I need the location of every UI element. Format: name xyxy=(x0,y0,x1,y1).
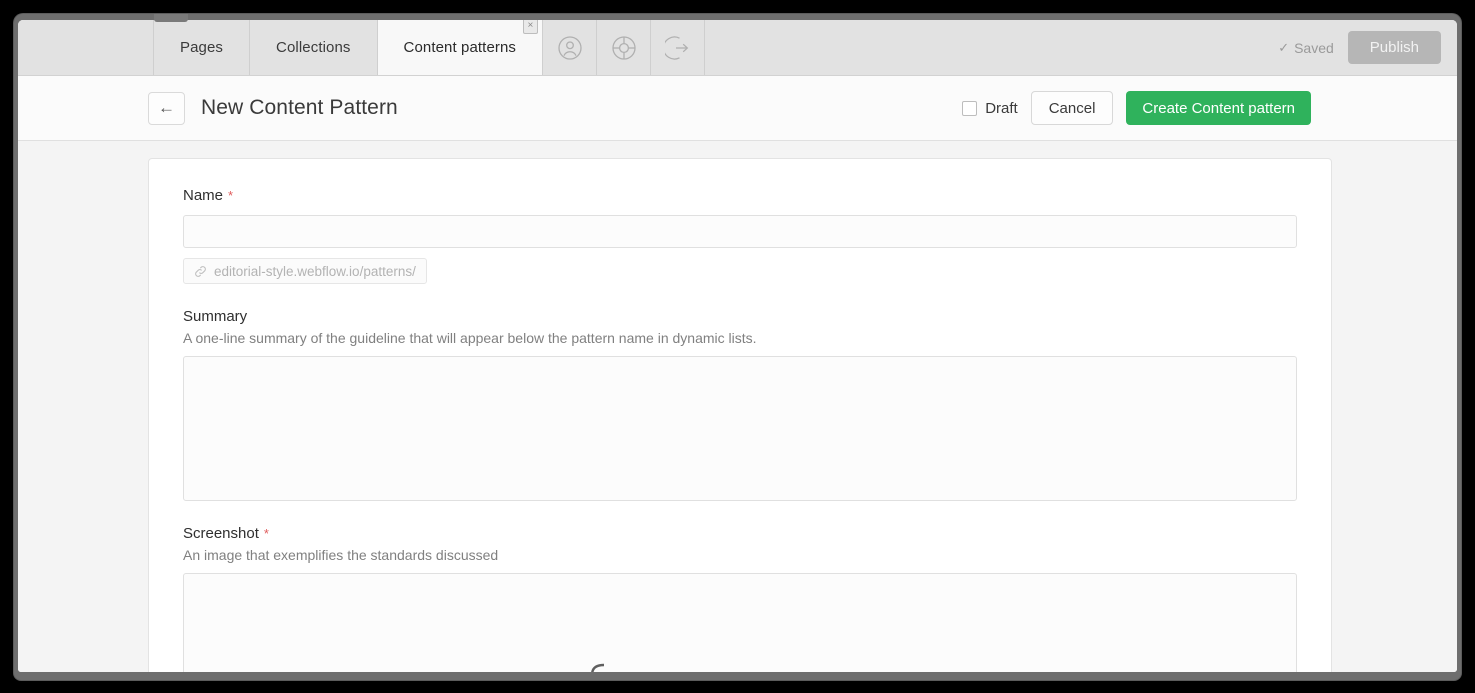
page-title: New Content Pattern xyxy=(201,96,398,119)
summary-textarea[interactable] xyxy=(183,356,1297,501)
tab-strip-actions: ✓ Saved Publish xyxy=(1278,20,1457,75)
name-label: Name xyxy=(183,187,224,204)
field-summary: Summary A one-line summary of the guidel… xyxy=(183,308,1297,501)
tab-collections[interactable]: Collections xyxy=(250,20,378,75)
screenshot-help-text: An image that exemplifies the standards … xyxy=(183,547,499,563)
page-header-actions: Draft Cancel Create Content pattern xyxy=(962,91,1435,125)
screenshot-label: Screenshot xyxy=(183,525,259,542)
name-required-marker: * xyxy=(228,188,234,203)
draft-toggle[interactable]: Draft xyxy=(962,100,1018,117)
tab-pages[interactable]: Pages xyxy=(154,20,251,75)
status-saved-label: Saved xyxy=(1294,39,1334,56)
draft-checkbox[interactable] xyxy=(962,100,978,116)
tab-content-patterns[interactable]: Content patterns × xyxy=(377,20,544,75)
logout-icon[interactable] xyxy=(651,20,706,75)
check-icon: ✓ xyxy=(1278,39,1290,55)
tab-pages-label: Pages xyxy=(180,39,224,56)
field-screenshot: Screenshot * An image that exemplifies t… xyxy=(183,525,1297,672)
back-button[interactable]: ← xyxy=(148,91,185,125)
arrow-left-icon: ← xyxy=(158,98,175,117)
tab-strip-leading-space xyxy=(18,20,154,75)
status-saved: ✓ Saved xyxy=(1278,40,1334,56)
close-icon[interactable]: × xyxy=(523,20,539,34)
browser-window: Pages Collections Content patterns × ✓ S… xyxy=(14,14,1461,680)
name-label-row: Name * xyxy=(183,187,1297,204)
screenshot-dropzone[interactable]: Drag & Drop Image Here or Upload an Imag… xyxy=(183,573,1297,672)
tab-content-patterns-label: Content patterns xyxy=(403,39,517,56)
publish-button[interactable]: Publish xyxy=(1347,31,1441,64)
browser-tab-strip: Pages Collections Content patterns × ✓ S… xyxy=(18,20,1457,76)
help-lifebuoy-icon[interactable] xyxy=(597,20,652,75)
summary-help-text: A one-line summary of the guideline that… xyxy=(183,330,757,346)
slug-preview: editorial-style.webflow.io/patterns/ xyxy=(183,258,427,284)
page-body: Name * editorial-style.webflow.io/patter… xyxy=(18,141,1457,672)
summary-label: Summary xyxy=(183,308,248,325)
tab-collections-label: Collections xyxy=(276,39,351,56)
slug-text: editorial-style.webflow.io/patterns/ xyxy=(214,263,416,279)
window-top-notch xyxy=(154,14,188,22)
image-download-icon xyxy=(558,662,624,672)
link-icon xyxy=(194,265,207,278)
name-input[interactable] xyxy=(183,215,1297,248)
content-pattern-form: Name * editorial-style.webflow.io/patter… xyxy=(148,158,1332,672)
screenshot-required-marker: * xyxy=(263,526,269,541)
create-content-pattern-button[interactable]: Create Content pattern xyxy=(1126,91,1311,125)
summary-label-row: Summary xyxy=(183,308,1297,325)
browser-viewport: Pages Collections Content patterns × ✓ S… xyxy=(18,20,1457,672)
screenshot-label-row: Screenshot * xyxy=(183,525,1297,542)
account-icon[interactable] xyxy=(543,20,598,75)
cancel-button[interactable]: Cancel xyxy=(1030,91,1114,125)
field-name: Name * editorial-style.webflow.io/patter… xyxy=(183,187,1297,284)
page-header-bar: ← New Content Pattern Draft Cancel Creat… xyxy=(18,76,1457,141)
draft-label: Draft xyxy=(985,99,1018,117)
